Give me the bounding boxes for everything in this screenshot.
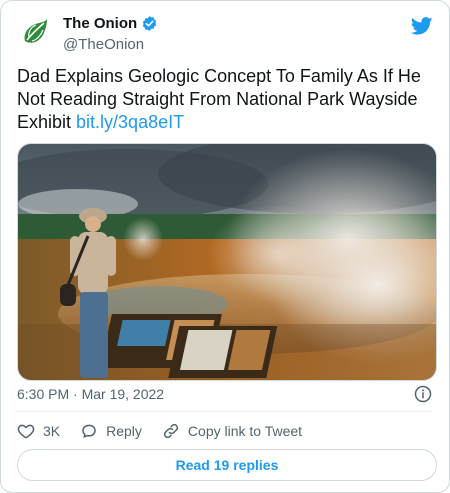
like-count[interactable]: 3K: [43, 423, 60, 439]
read-replies-button[interactable]: Read 19 replies: [17, 449, 437, 481]
tweet-card: The Onion @TheOnion Dad Explains Geologi…: [0, 0, 450, 493]
verified-badge-icon: [143, 16, 157, 31]
divider: [17, 411, 433, 412]
copy-link-button[interactable]: Copy link to Tweet: [162, 422, 302, 440]
onion-logo-icon[interactable]: [17, 15, 53, 51]
twitter-bird-icon[interactable]: [410, 15, 433, 37]
reply-button[interactable]: Reply: [80, 422, 142, 440]
author-name[interactable]: The Onion: [63, 15, 158, 32]
tweet-timestamp[interactable]: 6:30 PM · Mar 19, 2022: [17, 386, 164, 402]
author-handle[interactable]: @TheOnion: [63, 36, 144, 53]
read-replies-label[interactable]: Read 19 replies: [176, 457, 279, 473]
reply-bubble-icon: [82, 424, 96, 438]
tweet-link[interactable]: bit.ly/3qa8eIT: [76, 112, 184, 132]
like-button[interactable]: 3K: [17, 422, 60, 440]
tweet-photo[interactable]: [17, 143, 437, 381]
info-icon[interactable]: [414, 385, 432, 403]
tweet-text: Dad Explains Geologic Concept To Family …: [17, 65, 435, 134]
reply-label[interactable]: Reply: [106, 423, 142, 439]
heart-icon: [17, 424, 35, 439]
tweet-actions: 3K Reply Copy link to Tweet: [17, 422, 322, 440]
link-icon: [163, 423, 179, 439]
author-name-label[interactable]: The Onion: [63, 15, 137, 32]
copy-link-label[interactable]: Copy link to Tweet: [188, 423, 302, 439]
